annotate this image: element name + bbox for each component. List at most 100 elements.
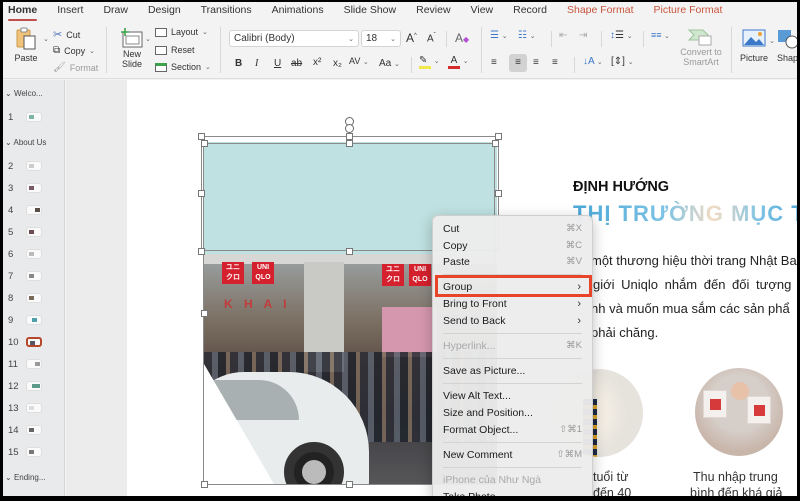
- slide-thumbnail-6[interactable]: 6: [6, 248, 61, 262]
- tab-review[interactable]: Review: [416, 2, 450, 21]
- new-slide-dropdown-icon[interactable]: ⌄: [145, 35, 151, 43]
- decrease-indent-button[interactable]: ⇤: [559, 30, 567, 41]
- slide-thumbnail-7[interactable]: 7: [6, 270, 61, 284]
- tab-draw[interactable]: Draw: [103, 2, 128, 21]
- slide-thumbnail-9[interactable]: 9: [6, 314, 61, 328]
- body-text-line[interactable]: một thương hiệu thời trang Nhật Ba: [591, 253, 797, 268]
- strikethrough-button[interactable]: ab: [291, 58, 302, 69]
- shapes-button[interactable]: Shap: [777, 29, 797, 63]
- menu-item-bring-to-front[interactable]: Bring to Front ›: [433, 296, 592, 312]
- align-right-button[interactable]: ≡: [533, 57, 539, 68]
- section-welcome[interactable]: ⌄ Welco...: [5, 89, 43, 98]
- font-name-dropdown[interactable]: Calibri (Body) ⌄: [229, 30, 359, 47]
- layout-button[interactable]: Layout ⌄: [155, 27, 208, 37]
- font-size-dropdown[interactable]: 18 ⌄: [361, 30, 401, 47]
- format-painter-button[interactable]: 🖌 Format: [53, 62, 98, 73]
- section-button[interactable]: Section ⌄: [155, 62, 211, 72]
- resize-handle[interactable]: [201, 481, 208, 488]
- slide-title-gradient[interactable]: THỊ TRƯỜNG MỤC T: [573, 201, 797, 227]
- character-spacing-button[interactable]: AV ⌄: [349, 56, 369, 66]
- slide-thumbnail-15[interactable]: 15: [6, 446, 61, 460]
- menu-item-size-and-position[interactable]: Size and Position...: [433, 405, 592, 421]
- body-text-line[interactable]: nh và muốn mua sắm các sản phẩ: [591, 301, 790, 316]
- rotate-handle-icon[interactable]: [345, 124, 354, 133]
- line-spacing-button[interactable]: ↕☰ ⌄: [610, 30, 633, 41]
- resize-handle[interactable]: [198, 190, 205, 197]
- increase-indent-button[interactable]: ⇥: [579, 30, 587, 41]
- resize-handle[interactable]: [201, 140, 208, 147]
- superscript-button[interactable]: x²: [313, 57, 321, 68]
- menu-item-hyperlink[interactable]: Hyperlink... ⌘K: [433, 338, 592, 354]
- circle-photo-shoppers[interactable]: [695, 368, 783, 456]
- resize-handle[interactable]: [495, 133, 502, 140]
- paste-dropdown-icon[interactable]: ⌄: [43, 35, 49, 43]
- slide-thumbnail-13[interactable]: 13: [6, 402, 61, 416]
- menu-item-copy[interactable]: Copy ⌘C: [433, 238, 592, 254]
- text-direction-button[interactable]: ↓A ⌄: [583, 56, 603, 67]
- section-ending[interactable]: ⌄ Ending...: [5, 473, 46, 482]
- body-text-line[interactable]: giới Uniqlo nhắm đến đối tượng: [593, 277, 791, 292]
- resize-handle[interactable]: [346, 481, 353, 488]
- tab-view[interactable]: View: [471, 2, 494, 21]
- columns-button[interactable]: ≡≡ ⌄: [651, 30, 670, 40]
- caption-age[interactable]: tuổi từ: [593, 470, 628, 484]
- change-case-button[interactable]: Aa ⌄: [379, 58, 400, 69]
- align-left-button[interactable]: ≡: [491, 57, 497, 68]
- font-color-button[interactable]: A ⌄: [448, 55, 469, 69]
- slide-thumbnail-3[interactable]: 3: [6, 182, 61, 196]
- menu-item-format-object[interactable]: Format Object... ⇧⌘1: [433, 422, 592, 438]
- body-text-line[interactable]: phải chăng.: [591, 325, 658, 340]
- paste-button[interactable]: Paste: [9, 27, 43, 63]
- resize-handle[interactable]: [346, 133, 353, 140]
- picture-button[interactable]: Picture: [737, 29, 771, 63]
- align-text-button[interactable]: [⇕] ⌄: [611, 56, 634, 67]
- resize-handle[interactable]: [492, 140, 499, 147]
- slide-thumbnail-5[interactable]: 5: [6, 226, 61, 240]
- decrease-font-size-button[interactable]: Aˇ: [427, 33, 436, 44]
- slide-thumbnail-14[interactable]: 14: [6, 424, 61, 438]
- menu-item-paste[interactable]: Paste ⌘V: [433, 254, 592, 270]
- underline-button[interactable]: U: [274, 58, 281, 69]
- resize-handle[interactable]: [198, 248, 205, 255]
- caption-income-2[interactable]: bình đến khá giả: [690, 486, 782, 496]
- slide-thumbnail-2[interactable]: 2: [6, 160, 61, 174]
- tab-transitions[interactable]: Transitions: [201, 2, 252, 21]
- menu-item-send-to-back[interactable]: Send to Back ›: [433, 313, 592, 329]
- resize-handle[interactable]: [346, 140, 353, 147]
- cut-button[interactable]: ✂ Cut: [53, 28, 80, 41]
- menu-item-take-photo[interactable]: Take Photo: [433, 489, 592, 496]
- increase-font-size-button[interactable]: A^: [406, 31, 417, 45]
- menu-item-save-as-picture[interactable]: Save as Picture...: [433, 363, 592, 379]
- highlight-color-button[interactable]: ✎ ⌄: [419, 55, 440, 69]
- align-center-button[interactable]: ≡: [509, 54, 527, 72]
- resize-handle[interactable]: [495, 190, 502, 197]
- tab-insert[interactable]: Insert: [57, 2, 83, 21]
- menu-item-view-alt-text[interactable]: View Alt Text...: [433, 388, 592, 404]
- tab-record[interactable]: Record: [513, 2, 547, 21]
- resize-handle[interactable]: [201, 310, 208, 317]
- bullets-button[interactable]: ☰ ⌄: [490, 30, 508, 41]
- slide-thumbnail-4[interactable]: 4: [6, 204, 61, 218]
- slide-thumbnail-10[interactable]: 10: [6, 336, 61, 350]
- reset-button[interactable]: Reset: [155, 45, 195, 55]
- new-slide-button[interactable]: New Slide: [114, 27, 150, 69]
- clear-formatting-button[interactable]: A◆: [455, 31, 469, 45]
- numbering-button[interactable]: ☷ ⌄: [518, 30, 536, 41]
- slide-heading[interactable]: ĐỊNH HƯỚNG: [573, 179, 669, 195]
- bold-button[interactable]: B: [235, 58, 242, 69]
- subscript-button[interactable]: x₂: [333, 58, 342, 69]
- justify-button[interactable]: ≡: [552, 57, 558, 68]
- slide-thumbnail-11[interactable]: 11: [6, 358, 61, 372]
- slide-thumbnail-8[interactable]: 8: [6, 292, 61, 306]
- tab-shape-format[interactable]: Shape Format: [567, 2, 634, 21]
- menu-item-cut[interactable]: Cut ⌘X: [433, 221, 592, 237]
- tab-animations[interactable]: Animations: [272, 2, 324, 21]
- tab-design[interactable]: Design: [148, 2, 181, 21]
- tab-slide-show[interactable]: Slide Show: [344, 2, 397, 21]
- tab-picture-format[interactable]: Picture Format: [654, 2, 723, 21]
- slide-thumbnails-panel[interactable]: ⌄ Welco... 1 ⌄ About Us 2 3 4 5 6 7 8 9 …: [3, 80, 65, 496]
- resize-handle[interactable]: [198, 133, 205, 140]
- copy-button[interactable]: ⧉ Copy ⌄: [53, 45, 95, 56]
- tab-home[interactable]: Home: [8, 2, 38, 21]
- slide-thumbnail-12[interactable]: 12: [6, 380, 61, 394]
